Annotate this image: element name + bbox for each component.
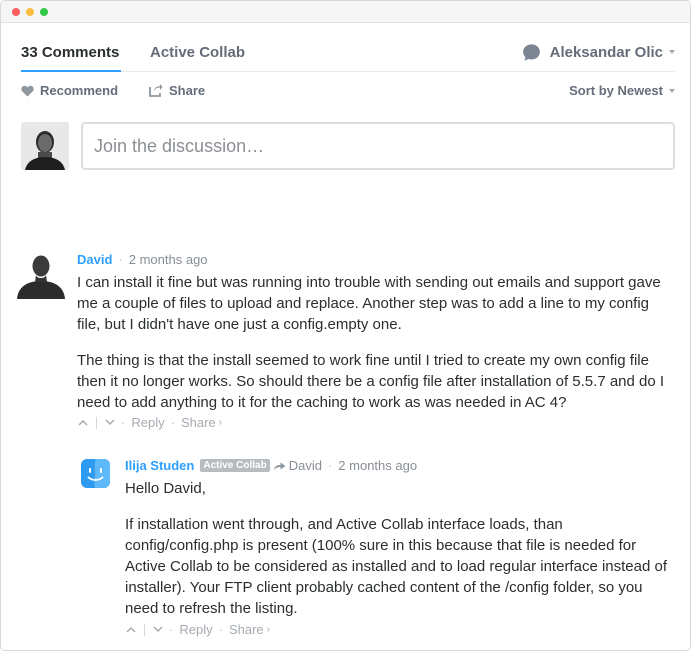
moderator-badge[interactable]: Active Collab — [200, 459, 269, 472]
meta-separator: · — [171, 415, 175, 430]
downvote-button[interactable] — [105, 419, 115, 426]
comment-paragraph: I can install it fine but was running in… — [77, 272, 675, 335]
vote-divider — [144, 624, 145, 636]
reply-target[interactable]: David — [289, 458, 322, 473]
downvote-button[interactable] — [153, 626, 163, 633]
david-avatar[interactable] — [17, 251, 65, 299]
reply-button[interactable]: Reply — [131, 415, 164, 430]
maximize-window-button[interactable] — [40, 8, 48, 16]
share-comment-button[interactable]: Share — [229, 622, 264, 637]
comment-paragraph: Hello David, — [125, 478, 677, 499]
sort-label: Sort by Newest — [569, 83, 663, 98]
chevron-right-icon: › — [219, 417, 222, 428]
reply-body: Hello David, If installation went throug… — [125, 478, 677, 634]
share-label: Share — [169, 83, 205, 98]
reply-button[interactable]: Reply — [179, 622, 212, 637]
discussion-nav: 33 Comments Active Collab Aleksandar Oli… — [21, 23, 675, 72]
user-photo-avatar — [21, 122, 69, 170]
meta-separator: · — [169, 622, 173, 637]
browser-window: 33 Comments Active Collab Aleksandar Oli… — [0, 0, 691, 651]
chevron-down-icon — [669, 50, 675, 54]
ilija-avatar[interactable] — [81, 459, 110, 488]
comment-paragraph: The thing is that the install seemed to … — [77, 350, 675, 413]
recommend-button[interactable]: Recommend — [21, 83, 118, 98]
chevron-up-icon — [126, 626, 136, 633]
upvote-button[interactable] — [78, 419, 88, 426]
comment-timestamp[interactable]: 2 months ago — [338, 458, 417, 473]
user-menu[interactable]: Aleksandar Olic — [522, 41, 675, 63]
active-tab-indicator — [21, 70, 121, 72]
tab-community[interactable]: Active Collab — [150, 44, 245, 61]
sort-dropdown[interactable]: Sort by Newest — [569, 83, 675, 98]
recommend-label: Recommend — [40, 83, 118, 98]
close-window-button[interactable] — [12, 8, 20, 16]
meta-separator: · — [118, 252, 122, 267]
reply-arrow-icon — [274, 461, 286, 471]
comment-author[interactable]: Ilija Studen — [125, 458, 194, 473]
reply-header: Ilija Studen Active Collab David · 2 mon… — [125, 458, 417, 473]
in-reply-to: David — [274, 458, 322, 473]
chevron-right-icon: › — [267, 624, 270, 635]
comment-header: David · 2 months ago — [77, 252, 208, 267]
tab-comments[interactable]: 33 Comments — [21, 44, 119, 61]
comment-actions: · Reply · Share › — [78, 415, 222, 430]
meta-separator: · — [219, 622, 223, 637]
join-discussion-input[interactable] — [81, 122, 675, 170]
upvote-button[interactable] — [126, 626, 136, 633]
meta-separator: · — [328, 458, 332, 473]
comment-timestamp[interactable]: 2 months ago — [129, 252, 208, 267]
user-name: Aleksandar Olic — [550, 44, 663, 61]
chevron-down-icon — [105, 419, 115, 426]
chevron-down-icon — [669, 89, 675, 93]
heart-icon — [21, 85, 34, 97]
comment-paragraph: If installation went through, and Active… — [125, 514, 677, 619]
comment-body: I can install it fine but was running in… — [77, 272, 675, 428]
thread-toolbar: Recommend Share Sort by Newest — [21, 82, 675, 102]
share-comment-button[interactable]: Share — [181, 415, 216, 430]
minimize-window-button[interactable] — [26, 8, 34, 16]
share-arrow-icon — [149, 84, 163, 97]
default-avatar-silhouette — [17, 251, 65, 299]
vote-divider — [96, 417, 97, 429]
finder-face-icon — [81, 459, 110, 488]
share-button[interactable]: Share — [149, 83, 205, 98]
window-titlebar — [1, 1, 690, 23]
chevron-down-icon — [153, 626, 163, 633]
comment-author[interactable]: David — [77, 252, 112, 267]
speech-bubble-icon — [522, 43, 541, 62]
meta-separator: · — [121, 415, 125, 430]
reply-actions: · Reply · Share › — [126, 622, 270, 637]
chevron-up-icon — [78, 419, 88, 426]
current-user-avatar[interactable] — [21, 122, 69, 170]
